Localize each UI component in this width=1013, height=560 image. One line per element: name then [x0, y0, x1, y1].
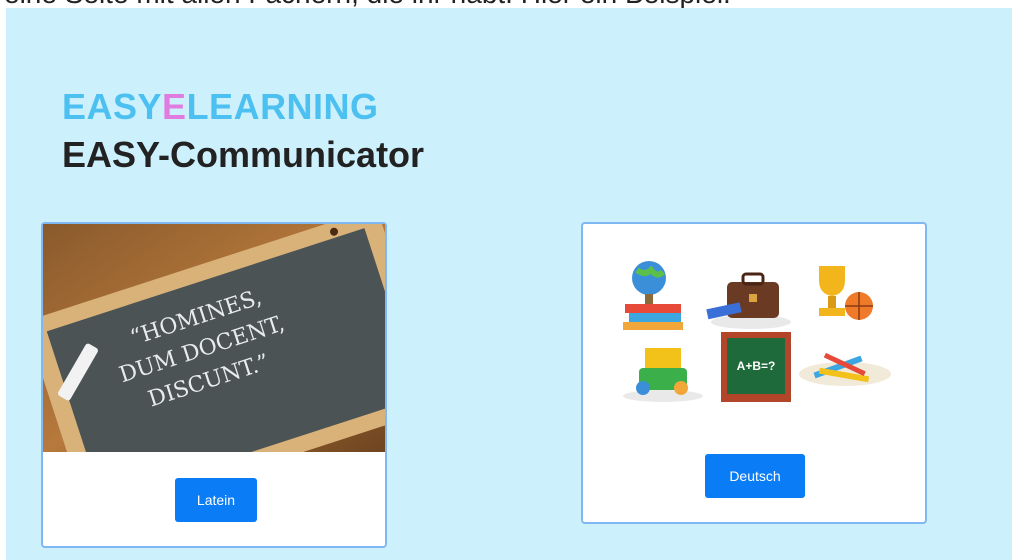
board-text: A+B=?: [737, 359, 776, 373]
books-icon: [623, 304, 683, 330]
page-title: EASY-Communicator: [62, 134, 425, 175]
brand-part2: LEARNING: [186, 86, 379, 127]
deutsch-button[interactable]: Deutsch: [705, 454, 805, 498]
basketball-icon: [845, 292, 873, 320]
chalkboard-illustration: “HOMINES, DUM DOCENT, DISCUNT.”: [43, 224, 385, 452]
globe-icon: [632, 261, 666, 304]
chalkboard-image: “HOMINES, DUM DOCENT, DISCUNT.”: [43, 224, 385, 452]
pencils-icon: [799, 352, 891, 386]
subject-card-latin[interactable]: “HOMINES, DUM DOCENT, DISCUNT.” Latein: [41, 222, 387, 548]
page-caption: eine Seite mit allen Fächern, die ihr ha…: [0, 0, 1013, 8]
trophy-icon: [819, 266, 845, 316]
briefcase-icon: [706, 272, 791, 329]
brand-part1: EASY: [62, 86, 163, 127]
subject-card-deutsch[interactable]: A+B=? Deutsch: [581, 222, 927, 524]
app-frame: EASYELEARNING EASY-Communicator “HOMINES…: [6, 8, 1012, 560]
brand-logo: EASYELEARNING: [62, 86, 379, 128]
chalkboard-icon: A+B=?: [721, 332, 791, 402]
lunchbox-icon: [623, 348, 703, 402]
school-icons-illustration: A+B=?: [623, 261, 891, 402]
latein-button[interactable]: Latein: [175, 478, 257, 522]
brand-accent: E: [162, 86, 187, 127]
